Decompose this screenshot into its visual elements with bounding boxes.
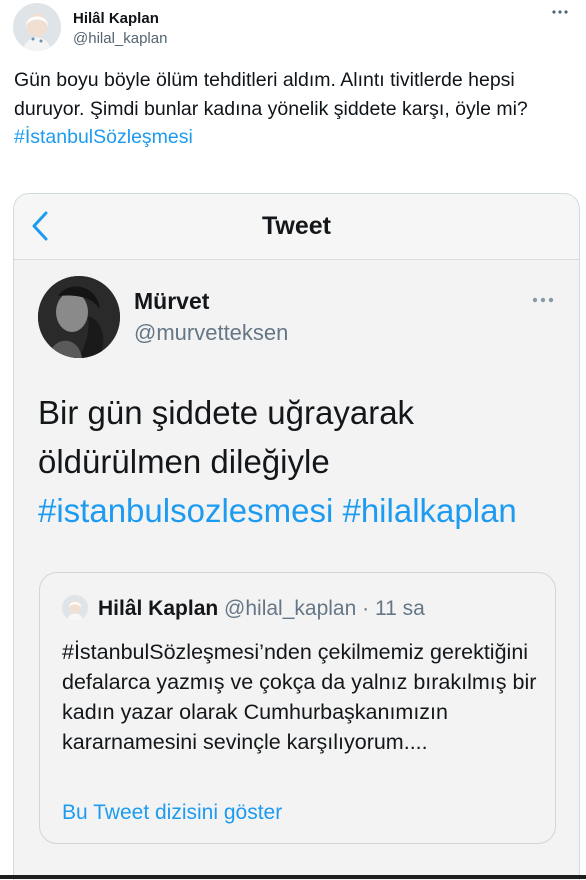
tweet-hashtag[interactable]: #İstanbulSözleşmesi [14, 126, 193, 148]
divider [0, 875, 586, 879]
screenshot-hashtags: #istanbulsozlesmesi #hilalkaplan [38, 492, 517, 529]
tweet-text: Gün boyu böyle ölüm tehditleri aldım. Al… [14, 66, 554, 152]
show-thread-link: Bu Tweet dizisini göster [62, 801, 283, 824]
quoted-tweet: Hilâl Kaplan @hilal_kaplan · 11 sa #İsta… [39, 572, 556, 844]
quote-header: Hilâl Kaplan @hilal_kaplan · 11 sa [98, 597, 425, 621]
tweet-header: Hilâl Kaplan @hilal_kaplan [13, 3, 573, 51]
screenshot-tweet-text: Bir gün şiddete uğrayarak öldürülmen dil… [38, 388, 558, 535]
more-icon [531, 288, 555, 311]
quote-author-name: Hilâl Kaplan [98, 597, 219, 620]
quote-time: · 11 sa [362, 597, 425, 620]
author-handle[interactable]: @hilal_kaplan [73, 30, 167, 47]
screenshot-user-handle: @murvetteksen [134, 320, 289, 345]
more-icon[interactable] [549, 3, 571, 25]
screenshot-user-name: Mürvet [134, 288, 210, 314]
tweet-body: Gün boyu böyle ölüm tehditleri aldım. Al… [14, 69, 528, 120]
tweet-image[interactable]: Tweet Mürvet @murvetteksen Bir gün şidde… [13, 193, 580, 880]
author-name[interactable]: Hilâl Kaplan [73, 10, 159, 27]
screenshot-tweet: Mürvet @murvetteksen Bir gün şiddete uğr… [14, 260, 579, 880]
avatar [62, 595, 88, 621]
quote-author-handle: @hilal_kaplan [224, 597, 357, 620]
screenshot-text: Bir gün şiddete uğrayarak öldürülmen dil… [38, 394, 415, 480]
screenshot-title: Tweet [262, 212, 331, 240]
screenshot-header: Tweet [14, 194, 579, 260]
avatar[interactable] [13, 3, 61, 51]
quote-text: #İstanbulSözleşmesi’nden çekilmemiz gere… [62, 640, 537, 754]
avatar [38, 276, 120, 358]
